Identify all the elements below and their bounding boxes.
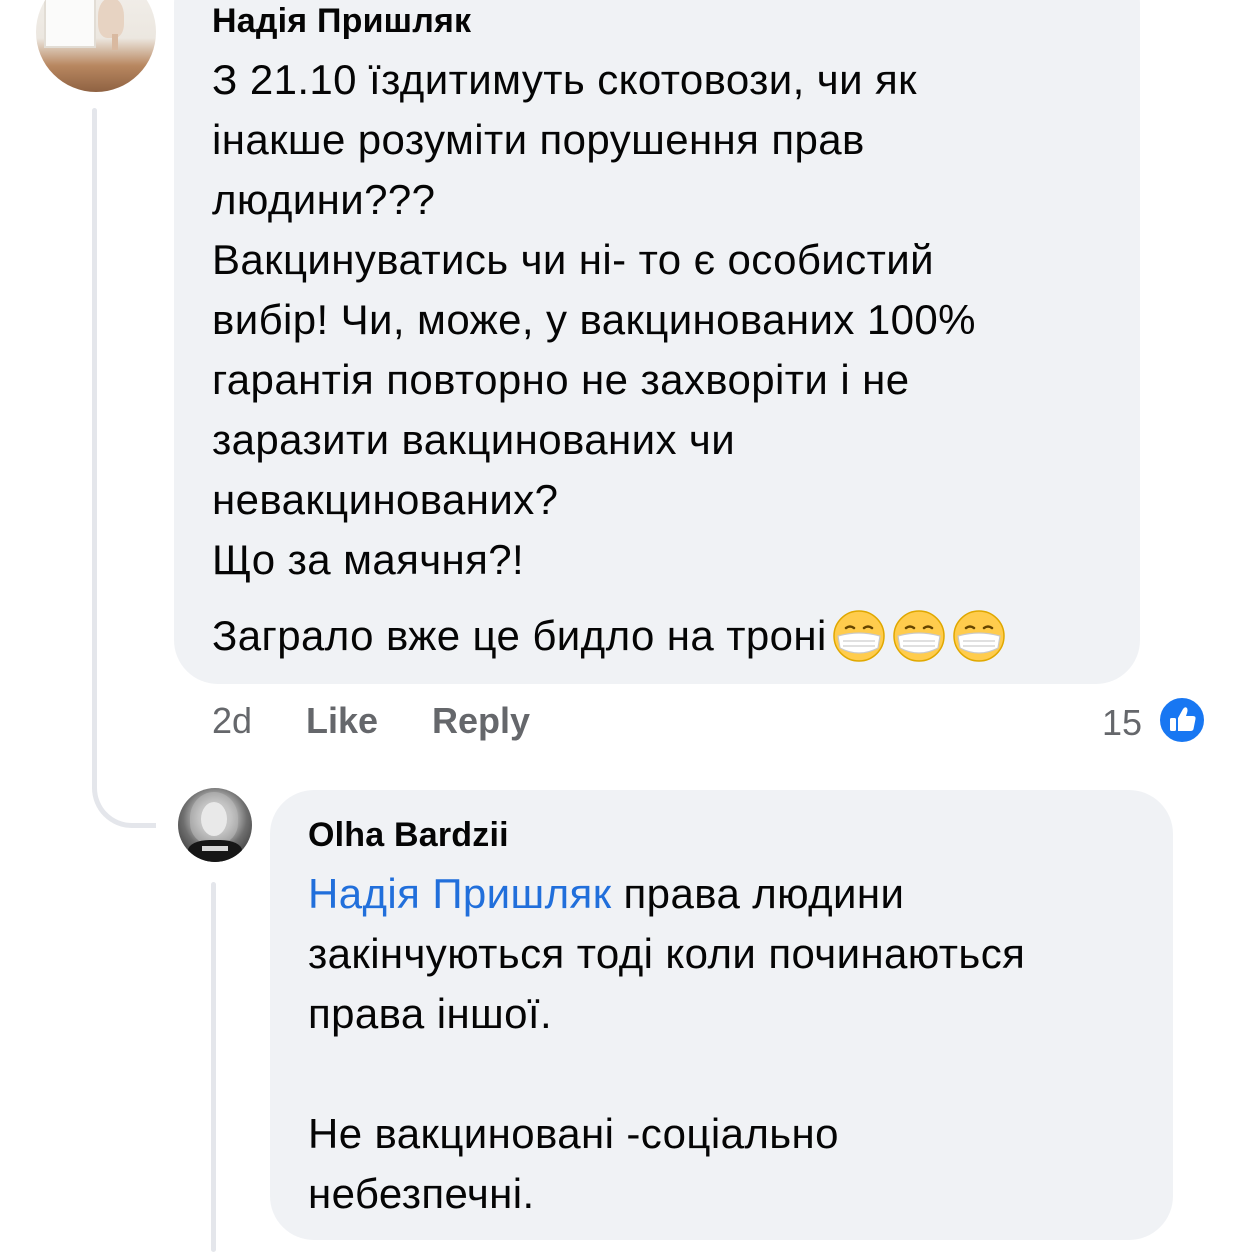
thread-connector-line xyxy=(92,108,97,788)
comment-text-line: Вакцинуватись чи ні- то є особистий xyxy=(212,236,934,283)
reply-first-line: Надія Пришляк права людини xyxy=(308,870,904,918)
comment-text-line: інакше розуміти порушення прав xyxy=(212,116,865,163)
like-button[interactable]: Like xyxy=(306,700,378,742)
comment-text-line: гарантія повторно не захворіти і не xyxy=(212,356,910,403)
reply-thread-connector-line xyxy=(211,882,216,1252)
face-with-medical-mask-icon xyxy=(951,608,1007,664)
comment-last-line: Заграло вже це бидло на троні xyxy=(212,608,1007,664)
avatar-photo-face xyxy=(201,802,227,836)
avatar-photo-badge xyxy=(202,846,228,851)
avatar[interactable] xyxy=(36,0,156,92)
face-with-medical-mask-icon xyxy=(831,608,887,664)
face-with-medical-mask-icon xyxy=(891,608,947,664)
reaction-count[interactable]: 15 xyxy=(1102,702,1142,744)
thread-connector-curve xyxy=(92,750,156,828)
reply-text-line: права людини xyxy=(611,870,905,917)
comment-text-line: З 21.10 їздитимуть скотовози, чи як xyxy=(212,56,917,103)
thumbs-up-icon[interactable] xyxy=(1158,696,1206,744)
comment-text-line: Що за маячня?! xyxy=(212,536,525,583)
avatar-photo-leg xyxy=(112,34,118,50)
reply-text-line: права іншої. xyxy=(308,990,553,1037)
comment-text-line: Заграло вже це бидло на троні xyxy=(212,612,827,659)
reply-text-line: закінчуються тоді коли починаються xyxy=(308,930,1026,977)
comment-text-line: людини??? xyxy=(212,176,436,223)
reply-button[interactable]: Reply xyxy=(432,700,530,742)
comment-author-name[interactable]: Надія Пришляк xyxy=(212,2,471,41)
mention-link[interactable]: Надія Пришляк xyxy=(308,870,611,917)
reply-avatar[interactable] xyxy=(178,788,252,862)
avatar-photo-window xyxy=(44,0,96,48)
comment-text-line: вибір! Чи, може, у вакцинованих 100% xyxy=(212,296,976,343)
comment-timestamp[interactable]: 2d xyxy=(212,700,252,742)
comment-text-line: заразити вакцинованих чи xyxy=(212,416,736,463)
avatar-photo-body xyxy=(188,840,242,862)
reply-text-line: небезпечні. xyxy=(308,1170,535,1217)
reply-text-line: Не вакциновані -соціально xyxy=(308,1110,839,1157)
avatar-photo-figure xyxy=(98,0,124,38)
comment-text-line: невакцинованих? xyxy=(212,476,559,523)
reply-author-name[interactable]: Olha Bardzii xyxy=(308,816,509,855)
